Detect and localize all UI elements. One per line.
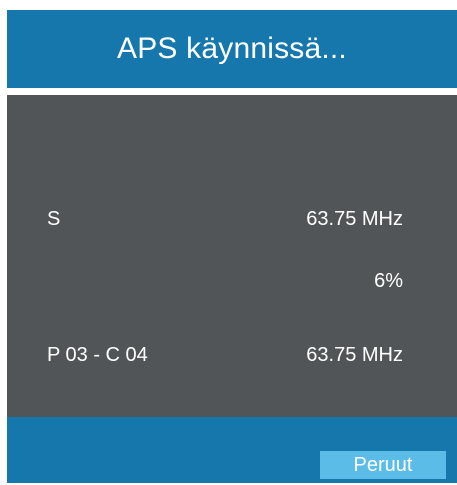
- source-label: S: [47, 208, 61, 230]
- program-channel-label: P 03 - C 04: [47, 344, 148, 366]
- found-frequency: 63.75 MHz: [306, 344, 403, 366]
- progress-percent: 6%: [374, 270, 403, 292]
- cancel-button[interactable]: Peruut: [320, 451, 446, 479]
- dialog-footer: Peruut: [7, 417, 457, 483]
- current-frequency: 63.75 MHz: [306, 208, 403, 230]
- dialog-title: APS käynnissä...: [117, 32, 347, 65]
- aps-dialog: APS käynnissä... S 63.75 MHz 6% P 03 - C…: [7, 10, 457, 485]
- dialog-header: APS käynnissä...: [7, 10, 457, 88]
- scan-status-panel: S 63.75 MHz 6% P 03 - C 04 63.75 MHz: [7, 95, 457, 417]
